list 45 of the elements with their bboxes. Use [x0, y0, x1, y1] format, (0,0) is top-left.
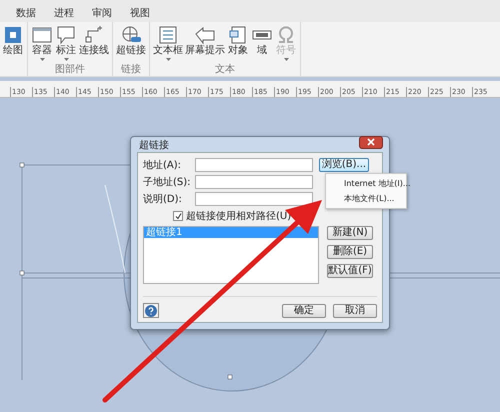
group-label: 链接 — [121, 64, 141, 76]
caret-icon — [166, 58, 170, 61]
field-label: 地址(A): — [143, 158, 182, 172]
dialog-button[interactable]: 新建(N) — [327, 226, 373, 240]
ribbon-button[interactable]: 对象 — [227, 22, 249, 64]
close-button[interactable] — [359, 136, 383, 148]
cancel-button[interactable]: 取消 — [333, 304, 377, 318]
group-label: 图部件 — [55, 64, 85, 76]
close-icon — [367, 138, 375, 146]
ribbon-button[interactable]: 文本框 — [153, 22, 183, 64]
field-label: 子地址(S): — [143, 176, 192, 189]
dialog-button[interactable]: 删除(E) — [327, 245, 373, 259]
ok-button[interactable]: 确定 — [282, 304, 326, 318]
caret-icon — [40, 58, 44, 61]
input-field[interactable] — [195, 192, 313, 206]
window-icon — [31, 25, 53, 45]
ribbon-button[interactable]: 域 — [251, 22, 273, 64]
ribbon-button[interactable]: 绘图 — [2, 22, 24, 76]
ribbon-button[interactable]: 容器 — [31, 22, 53, 64]
ribbon-button[interactable]: 标注 — [55, 22, 77, 64]
input-field[interactable] — [195, 175, 313, 189]
globe-link-icon — [120, 25, 142, 45]
menu-tab[interactable]: 进程 — [52, 6, 76, 20]
text-box-icon — [157, 25, 179, 45]
ribbon-button[interactable]: 连接线 — [79, 22, 109, 64]
connector-icon — [83, 25, 105, 45]
checkbox[interactable] — [173, 211, 183, 221]
browse-button[interactable]: 浏览(B)... — [319, 158, 369, 172]
speech-bubble-icon — [55, 25, 77, 45]
caret-icon — [64, 58, 68, 61]
menu-tab[interactable]: 视图 — [128, 6, 152, 20]
help-button[interactable] — [143, 303, 159, 318]
group-label: 文本 — [215, 64, 235, 76]
field-label: 说明(D): — [143, 193, 183, 206]
ribbon-button[interactable]: 超链接 — [116, 22, 146, 64]
menu-tab[interactable]: 数据 — [14, 6, 38, 20]
dialog-button[interactable]: 默认值(F) — [327, 264, 373, 278]
dialog-title: 超链接 — [139, 138, 169, 152]
input-field[interactable] — [195, 158, 313, 172]
caret-icon — [284, 58, 288, 61]
menu-tab[interactable]: 审阅 — [90, 6, 114, 20]
menu-item[interactable]: 本地文件(L)... — [326, 191, 406, 206]
arrow-tag-icon — [194, 25, 216, 45]
help-icon — [145, 304, 157, 316]
ribbon-button[interactable]: 屏幕提示 — [185, 22, 225, 64]
